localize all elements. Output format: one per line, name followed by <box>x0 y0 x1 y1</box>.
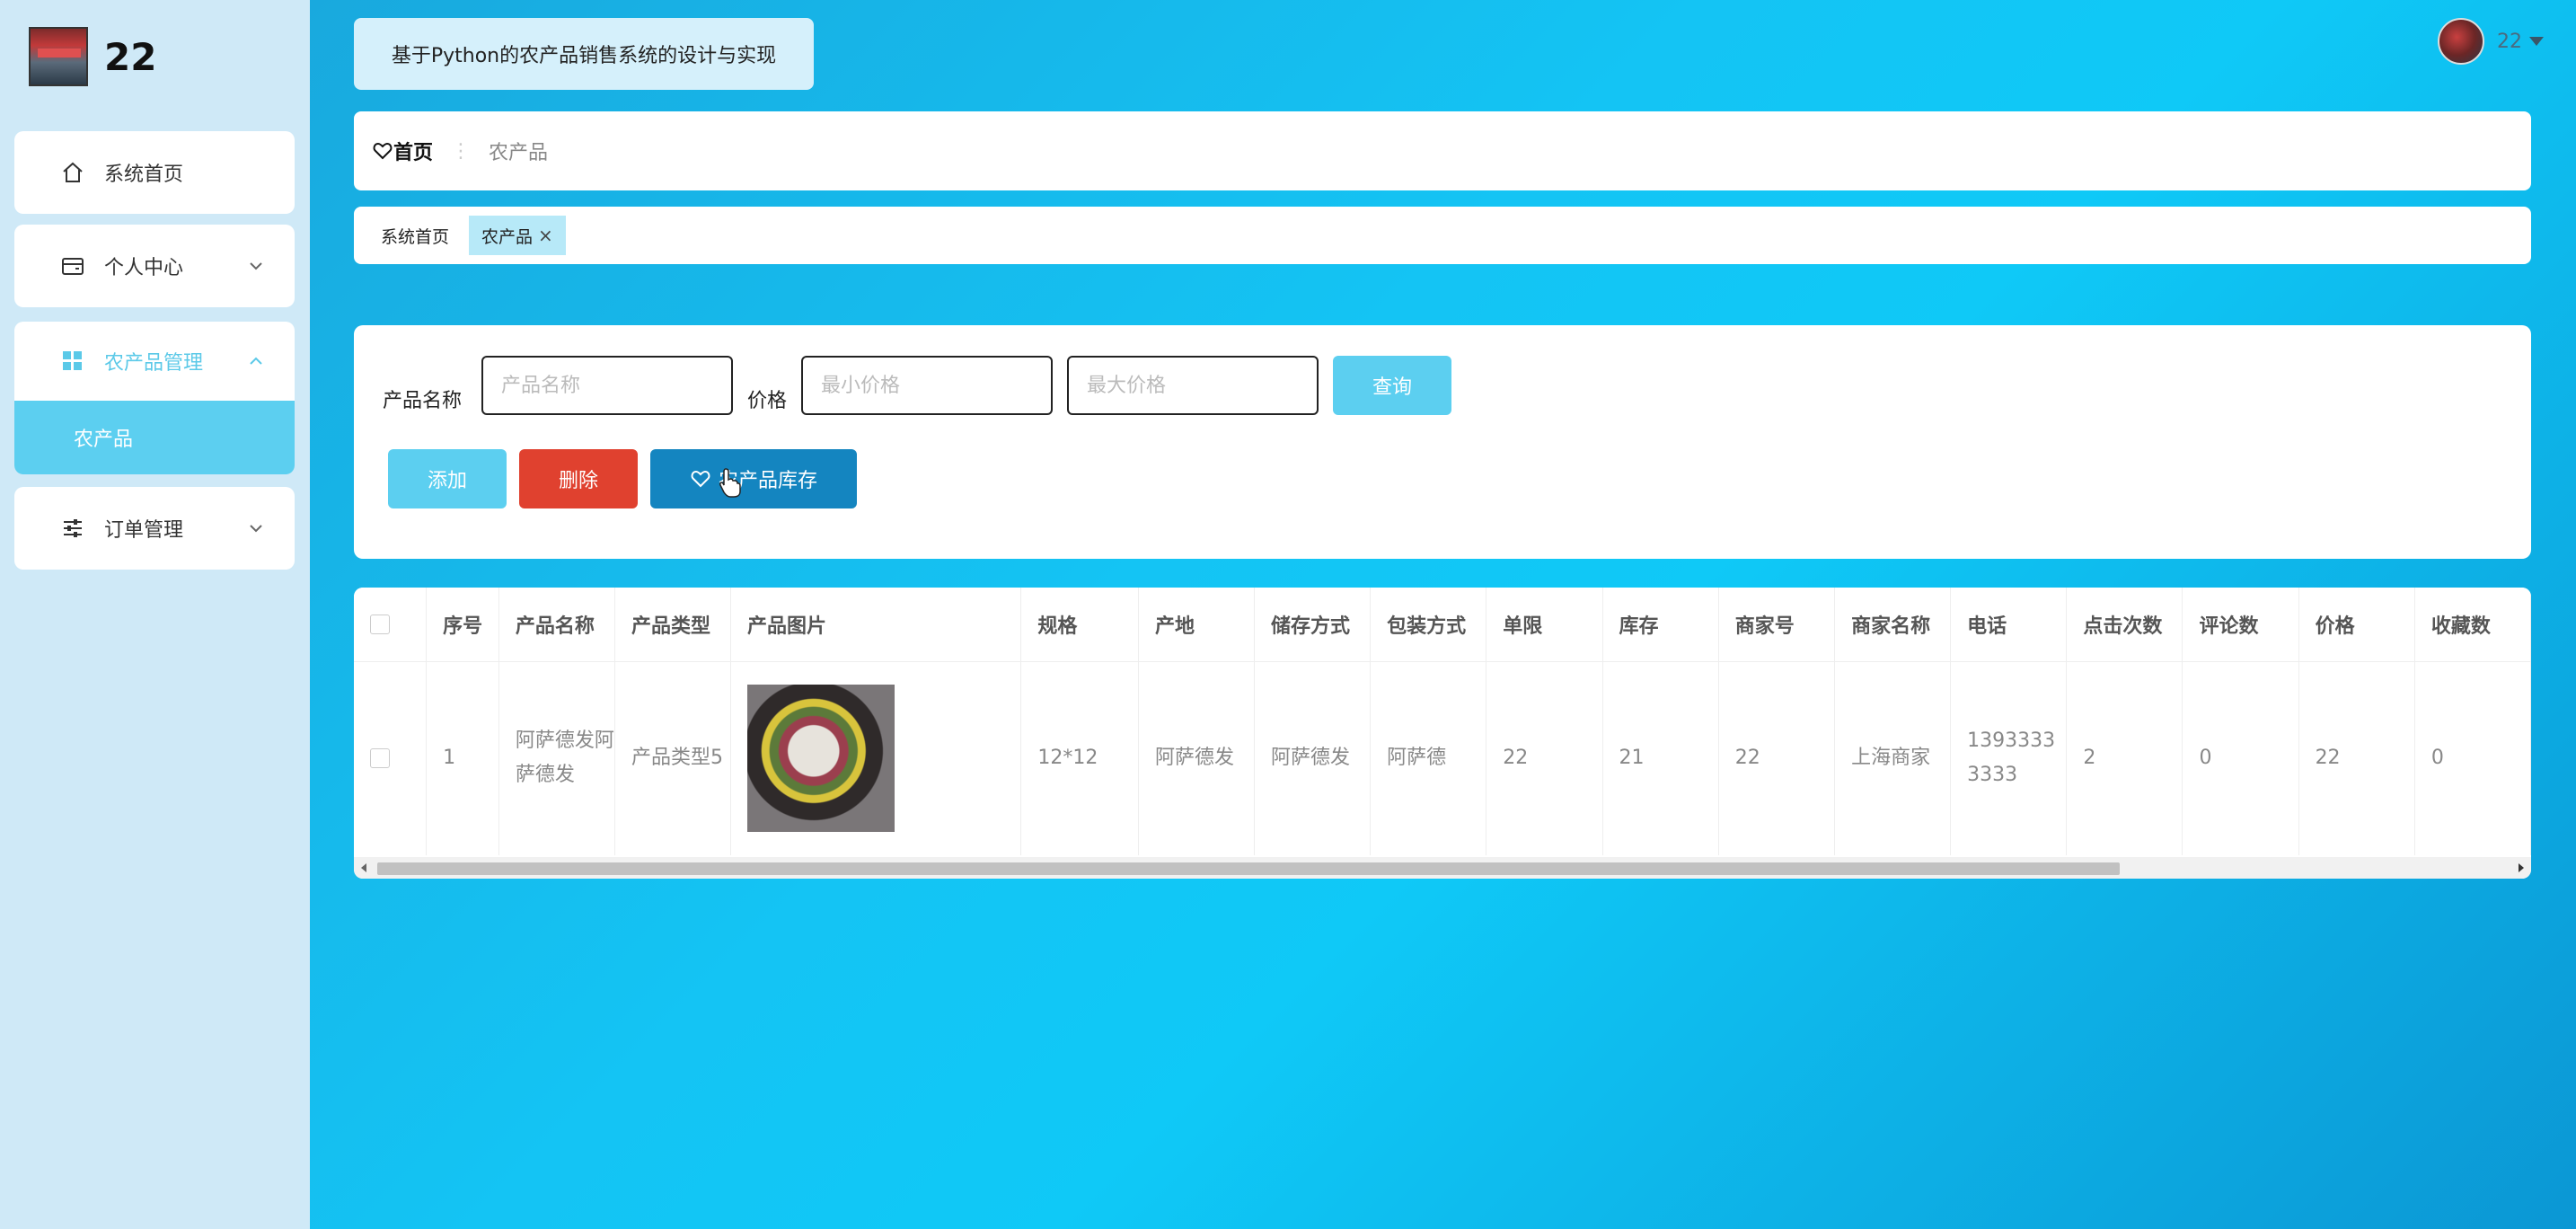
add-button[interactable]: 添加 <box>388 449 507 508</box>
cell-merchant-name: 上海商家 <box>1834 661 1952 855</box>
wallet-icon <box>57 251 88 281</box>
cell-index: 1 <box>426 661 499 855</box>
breadcrumb-home-label: 首页 <box>393 142 434 164</box>
home-icon <box>57 157 88 188</box>
column-header[interactable]: 电话 <box>1950 588 2068 662</box>
column-header[interactable]: 收藏数 <box>2414 588 2531 662</box>
sidebar-item-personal-center[interactable]: 个人中心 <box>14 225 295 307</box>
app-title: 基于Python的农产品销售系统的设计与实现 <box>354 18 814 90</box>
max-price-input[interactable] <box>1067 356 1319 415</box>
close-icon[interactable]: × <box>538 225 553 246</box>
tab-products[interactable]: 农产品 × <box>469 216 566 255</box>
column-header[interactable]: 评论数 <box>2182 588 2299 662</box>
grid-icon <box>57 346 88 376</box>
filter-panel: 产品名称 价格 查询 添加 删除 农产品库存 <box>354 325 2531 559</box>
min-price-input[interactable] <box>801 356 1053 415</box>
user-menu[interactable]: 22 <box>2438 18 2544 65</box>
select-all-checkbox[interactable] <box>370 614 390 634</box>
cell-name: 阿萨德发阿萨德发 <box>498 661 615 855</box>
sidebar-subitem-products[interactable]: 农产品 <box>14 401 295 474</box>
column-header[interactable]: 产品图片 <box>730 588 1022 662</box>
breadcrumb-current: 农产品 <box>489 142 549 164</box>
cell-packaging: 阿萨德 <box>1370 661 1487 855</box>
heart-icon <box>373 142 393 160</box>
chevron-down-icon <box>248 257 264 279</box>
column-header[interactable]: 商家号 <box>1718 588 1836 662</box>
table-row[interactable]: 1 阿萨德发阿萨德发 产品类型5 12*12 阿萨德发 阿萨德发 阿萨德 22 … <box>354 661 2531 855</box>
price-label: 价格 <box>747 390 788 412</box>
cell-limit: 22 <box>1486 661 1603 855</box>
brand: 22 <box>29 27 156 86</box>
user-name[interactable]: 22 <box>2497 31 2522 53</box>
sidebar-item-order-management[interactable]: 订单管理 <box>14 487 295 570</box>
sidebar-item-label: 订单管理 <box>104 519 184 542</box>
sidebar-item-home[interactable]: 系统首页 <box>14 131 295 214</box>
sidebar: 22 系统首页 个人中心 农产品管理 农产品 订单管理 <box>0 0 310 1229</box>
column-header[interactable]: 序号 <box>426 588 499 662</box>
query-button[interactable]: 查询 <box>1333 356 1451 415</box>
hand-cursor-icon <box>719 468 741 498</box>
chevron-down-icon <box>248 519 264 542</box>
brand-logo <box>29 27 88 86</box>
column-header[interactable]: 库存 <box>1602 588 1719 662</box>
breadcrumb: 首页 ⋮ 农产品 <box>354 111 2531 190</box>
scroll-thumb[interactable] <box>377 862 2120 875</box>
cell-clicks: 2 <box>2066 661 2183 855</box>
sliders-icon <box>57 513 88 544</box>
cell-merchant-no: 22 <box>1718 661 1836 855</box>
product-name-input[interactable] <box>481 356 733 415</box>
select-all-cell <box>354 588 428 662</box>
heart-icon <box>691 470 710 488</box>
row-checkbox[interactable] <box>370 748 390 769</box>
stock-button[interactable]: 农产品库存 <box>650 449 857 508</box>
column-header[interactable]: 规格 <box>1020 588 1139 662</box>
table-header-row: 序号 产品名称 产品类型 产品图片 规格 产地 储存方式 包装方式 单限 库存 … <box>354 588 2531 662</box>
cell-storage: 阿萨德发 <box>1254 661 1372 855</box>
column-header[interactable]: 点击次数 <box>2066 588 2183 662</box>
cell-phone: 13933333333 <box>1950 661 2068 855</box>
caret-down-icon[interactable] <box>2529 37 2544 46</box>
products-table: 序号 产品名称 产品类型 产品图片 规格 产地 储存方式 包装方式 单限 库存 … <box>354 588 2531 879</box>
sidebar-item-label: 系统首页 <box>104 164 184 186</box>
cell-origin: 阿萨德发 <box>1138 661 1256 855</box>
sidebar-item-label: 个人中心 <box>104 257 184 279</box>
column-header[interactable]: 储存方式 <box>1254 588 1372 662</box>
column-header[interactable]: 产品类型 <box>614 588 732 662</box>
column-header[interactable]: 价格 <box>2298 588 2415 662</box>
cell-price: 22 <box>2298 661 2415 855</box>
product-name-label: 产品名称 <box>383 390 463 412</box>
avatar[interactable] <box>2438 18 2484 65</box>
scroll-left-icon[interactable] <box>361 863 366 872</box>
cell-spec: 12*12 <box>1020 661 1139 855</box>
scroll-right-icon[interactable] <box>2519 863 2524 872</box>
sidebar-group-product-management: 农产品管理 农产品 <box>14 322 295 474</box>
cell-type: 产品类型5 <box>614 661 732 855</box>
cell-stock: 21 <box>1602 661 1719 855</box>
column-header[interactable]: 商家名称 <box>1834 588 1952 662</box>
sidebar-item-product-management[interactable]: 农产品管理 <box>14 322 295 401</box>
tabs-bar: 系统首页 农产品 × <box>354 207 2531 264</box>
delete-button[interactable]: 删除 <box>519 449 638 508</box>
column-header[interactable]: 产地 <box>1138 588 1256 662</box>
horizontal-scrollbar[interactable] <box>354 857 2531 879</box>
brand-title: 22 <box>104 34 157 79</box>
cell-favorites: 0 <box>2414 661 2531 855</box>
cell-image <box>730 661 1022 855</box>
breadcrumb-home[interactable]: 首页 <box>372 137 433 165</box>
breadcrumb-separator: ⋮ <box>451 139 472 163</box>
tab-home[interactable]: 系统首页 <box>381 224 449 248</box>
table: 序号 产品名称 产品类型 产品图片 规格 产地 储存方式 包装方式 单限 库存 … <box>354 588 2531 855</box>
cell-comments: 0 <box>2182 661 2299 855</box>
chevron-up-icon <box>248 352 264 375</box>
column-header[interactable]: 包装方式 <box>1370 588 1487 662</box>
row-select-cell <box>354 661 428 855</box>
tab-label: 农产品 <box>481 226 534 247</box>
column-header[interactable]: 产品名称 <box>498 588 615 662</box>
column-header[interactable]: 单限 <box>1486 588 1603 662</box>
sidebar-item-label: 农产品管理 <box>104 352 204 375</box>
product-image[interactable] <box>747 685 895 833</box>
